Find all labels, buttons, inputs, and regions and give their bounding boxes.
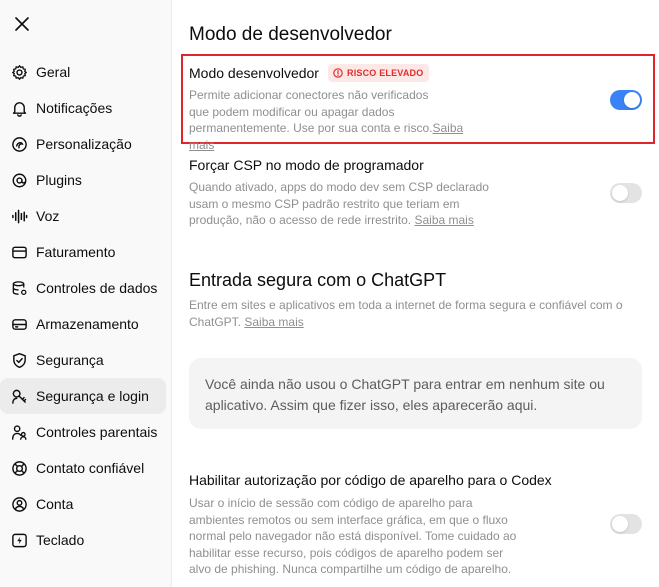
sidebar-item-armazenamento[interactable]: Armazenamento xyxy=(0,306,166,342)
sidebar-item-label: Conta xyxy=(36,496,74,512)
sidebar-item-contato-confiavel[interactable]: Contato confiável xyxy=(0,450,166,486)
sidebar-item-label: Geral xyxy=(36,64,71,80)
empty-state-box: Você ainda não usou o ChatGPT para entra… xyxy=(189,358,642,429)
chatgpt-login-learn-more-link[interactable]: Saiba mais xyxy=(244,315,303,329)
login-icon xyxy=(10,387,28,405)
sidebar-item-label: Controles parentais xyxy=(36,424,158,440)
sidebar-item-label: Segurança e login xyxy=(36,388,149,404)
sidebar-item-label: Notificações xyxy=(36,100,113,116)
dev-mode-description: Permite adicionar conectores não verific… xyxy=(189,88,464,152)
empty-state-line: aplicativo. Assim que fizer isso, eles a… xyxy=(205,397,538,413)
csp-toggle[interactable] xyxy=(610,183,642,203)
sidebar-item-label: Plugins xyxy=(36,172,82,188)
csp-learn-more-link[interactable]: Saiba mais xyxy=(414,213,473,227)
plugins-icon xyxy=(10,171,28,189)
risk-badge-label: RISCO ELEVADO xyxy=(347,68,424,78)
sidebar-item-personalizacao[interactable]: Personalização xyxy=(0,126,166,162)
sidebar-item-controles-parentais[interactable]: Controles parentais xyxy=(0,414,166,450)
card-icon xyxy=(10,243,28,261)
empty-state-line: Você ainda não usou o ChatGPT para entra… xyxy=(205,376,605,392)
close-button[interactable] xyxy=(12,14,32,34)
sidebar-item-label: Contato confiável xyxy=(36,460,145,476)
sidebar-item-conta[interactable]: Conta xyxy=(0,486,166,522)
sidebar-item-notificacoes[interactable]: Notificações xyxy=(0,90,166,126)
waveform-icon xyxy=(10,207,28,225)
csp-description: Quando ativado, apps do modo dev sem CSP… xyxy=(189,180,489,227)
sidebar-item-label: Teclado xyxy=(36,532,85,548)
sidebar-item-label: Armazenamento xyxy=(36,316,139,332)
sidebar-item-label: Personalização xyxy=(36,136,132,152)
account-icon xyxy=(10,495,28,513)
warning-icon xyxy=(333,68,343,78)
parental-icon xyxy=(10,423,28,441)
sidebar-item-controles-de-dados[interactable]: Controles de dados xyxy=(0,270,166,306)
shield-icon xyxy=(10,351,28,369)
close-icon xyxy=(15,17,29,31)
toggle-knob xyxy=(624,92,640,108)
page-title: Modo de desenvolvedor xyxy=(189,24,392,45)
chatgpt-login-description: Entre em sites e aplicativos em toda a i… xyxy=(189,298,623,329)
sidebar-item-faturamento[interactable]: Faturamento xyxy=(0,234,166,270)
sidebar-item-teclado[interactable]: Teclado xyxy=(0,522,166,558)
sidebar-item-label: Faturamento xyxy=(36,244,116,260)
codex-description: Usar o início de sessão com código de ap… xyxy=(189,496,517,576)
sidebar-item-label: Segurança xyxy=(36,352,104,368)
toggle-knob xyxy=(612,516,628,532)
database-icon xyxy=(10,279,28,297)
sidebar-nav: Geral Notificações Personalização Plugin… xyxy=(0,54,172,558)
dev-mode-title: Modo desenvolvedor xyxy=(189,65,319,81)
codex-toggle[interactable] xyxy=(610,514,642,534)
sidebar-item-label: Voz xyxy=(36,208,60,224)
dev-mode-toggle[interactable] xyxy=(610,90,642,110)
sidebar-item-voz[interactable]: Voz xyxy=(0,198,166,234)
bell-icon xyxy=(10,99,28,117)
keyboard-icon xyxy=(10,531,28,549)
sidebar-item-label: Controles de dados xyxy=(36,280,158,296)
gear-icon xyxy=(10,63,28,81)
personalization-icon xyxy=(10,135,28,153)
sidebar-item-seguranca-e-login[interactable]: Segurança e login xyxy=(0,378,166,414)
chatgpt-login-title: Entrada segura com o ChatGPT xyxy=(189,270,447,290)
sidebar-item-geral[interactable]: Geral xyxy=(0,54,166,90)
sidebar-item-seguranca[interactable]: Segurança xyxy=(0,342,166,378)
sidebar-item-plugins[interactable]: Plugins xyxy=(0,162,166,198)
risk-badge: RISCO ELEVADO xyxy=(328,64,430,82)
codex-title: Habilitar autorização por código de apar… xyxy=(189,472,552,488)
lifebuoy-icon xyxy=(10,459,28,477)
storage-icon xyxy=(10,315,28,333)
csp-title: Forçar CSP no modo de programador xyxy=(189,157,424,173)
settings-sidebar: Geral Notificações Personalização Plugin… xyxy=(0,0,172,587)
toggle-knob xyxy=(612,185,628,201)
